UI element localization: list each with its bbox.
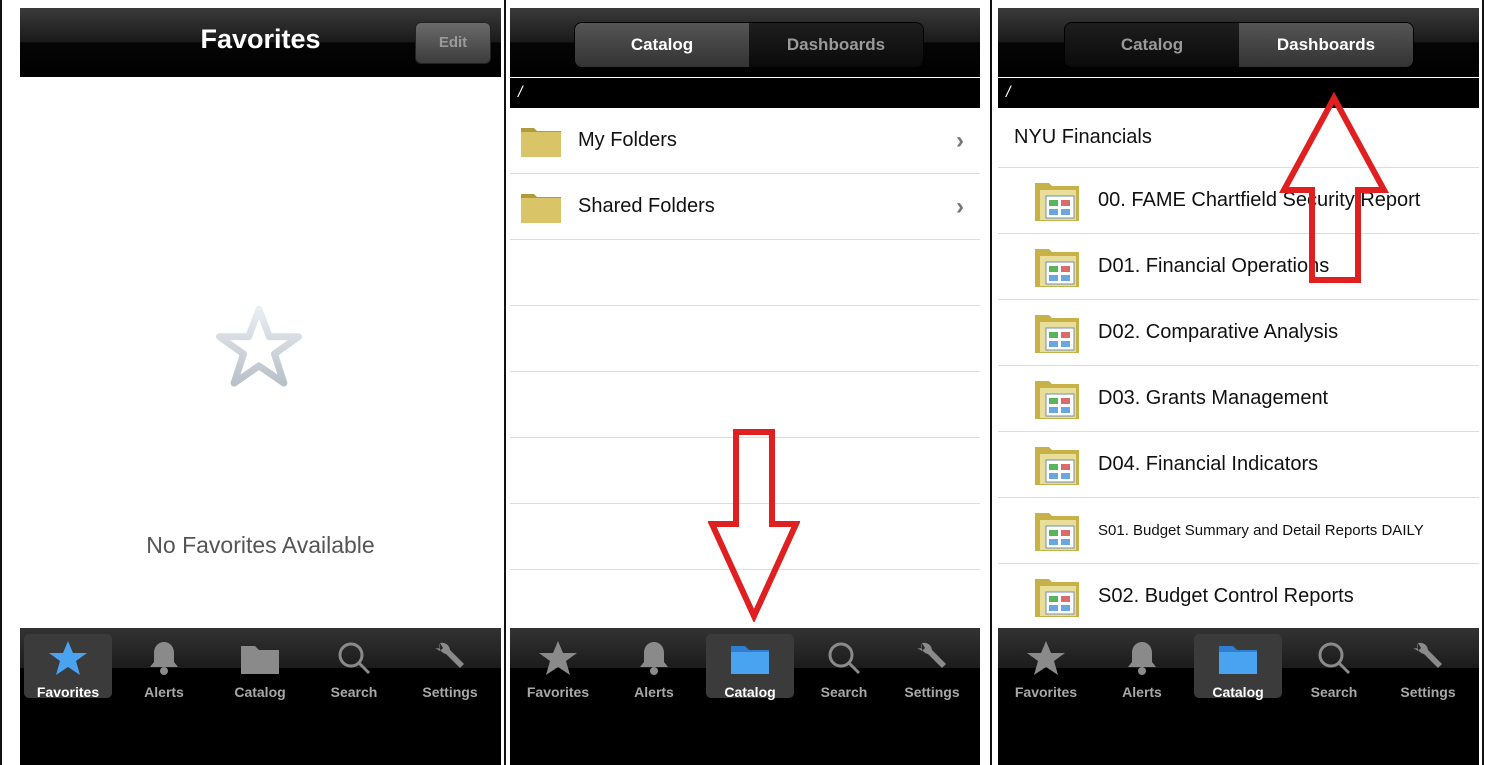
tab-alerts[interactable]: Alerts bbox=[120, 634, 208, 700]
tab-settings[interactable]: Settings bbox=[1384, 634, 1472, 700]
tab-alerts[interactable]: Alerts bbox=[610, 634, 698, 700]
empty-star-icon bbox=[216, 305, 302, 387]
segment-catalog[interactable]: Catalog bbox=[1065, 23, 1239, 67]
tab-settings[interactable]: Settings bbox=[888, 634, 976, 700]
panel-separator bbox=[1482, 0, 1484, 765]
tab-favorites[interactable]: Favorites bbox=[1002, 634, 1090, 700]
empty-message: No Favorites Available bbox=[146, 532, 375, 558]
empty-row bbox=[510, 240, 980, 306]
catalog-screen: Catalog Dashboards / My Folders › Shared… bbox=[510, 0, 980, 765]
section-header: NYU Financials bbox=[998, 108, 1479, 168]
bell-icon bbox=[150, 642, 178, 675]
wrench-icon bbox=[1413, 642, 1442, 668]
tab-bar: Favorites Alerts Catalog Search Settings bbox=[20, 628, 501, 765]
bell-icon bbox=[1128, 642, 1156, 675]
segment-catalog[interactable]: Catalog bbox=[575, 23, 749, 67]
empty-row bbox=[510, 306, 980, 372]
list-item[interactable]: D02. Comparative Analysis bbox=[998, 300, 1479, 366]
nav-bar: Favorites Edit bbox=[20, 8, 501, 77]
panel-separator bbox=[0, 0, 2, 765]
panel-separator bbox=[990, 0, 992, 765]
list-item-label: S01. Budget Summary and Detail Reports D… bbox=[1098, 522, 1424, 539]
tab-alerts[interactable]: Alerts bbox=[1098, 634, 1186, 700]
list-item[interactable]: S01. Budget Summary and Detail Reports D… bbox=[998, 498, 1479, 564]
tab-search[interactable]: Search bbox=[800, 634, 888, 700]
folder-icon bbox=[241, 646, 279, 674]
path-bar: / bbox=[510, 78, 980, 108]
list-item-label: D04. Financial Indicators bbox=[1098, 453, 1319, 475]
tab-bar: Favorites Alerts Catalog Search Settings bbox=[998, 628, 1479, 765]
bell-icon bbox=[640, 642, 668, 675]
dashboard-icon bbox=[1035, 447, 1079, 485]
folder-icon bbox=[521, 194, 561, 223]
segmented-control: Catalog Dashboards bbox=[1064, 22, 1414, 68]
search-icon bbox=[828, 642, 861, 675]
nav-bar: Catalog Dashboards bbox=[510, 8, 980, 77]
segmented-control: Catalog Dashboards bbox=[574, 22, 924, 68]
tab-favorites[interactable]: Favorites bbox=[24, 634, 112, 700]
wrench-icon bbox=[435, 642, 464, 668]
dashboard-icon bbox=[1035, 579, 1079, 617]
annotation-arrow-down-icon bbox=[708, 429, 800, 622]
tab-catalog[interactable]: Catalog bbox=[216, 634, 304, 700]
folder-icon bbox=[731, 646, 769, 674]
list-item[interactable]: D03. Grants Management bbox=[998, 366, 1479, 432]
wrench-icon bbox=[917, 642, 946, 668]
list-item-label: D02. Comparative Analysis bbox=[1098, 321, 1339, 343]
tab-catalog[interactable]: Catalog bbox=[1194, 634, 1282, 700]
dashboard-icon bbox=[1035, 513, 1079, 551]
nav-bar: Catalog Dashboards bbox=[998, 8, 1479, 77]
dashboard-icon bbox=[1035, 249, 1079, 287]
list-item-label: Shared Folders bbox=[578, 195, 715, 217]
folder-icon bbox=[1219, 646, 1257, 674]
favorites-screen: Favorites Edit No Favorites Available Fa… bbox=[20, 0, 501, 765]
tab-favorites[interactable]: Favorites bbox=[514, 634, 602, 700]
star-icon bbox=[1027, 641, 1065, 675]
list-item-label: My Folders bbox=[578, 129, 677, 151]
edit-button[interactable]: Edit bbox=[415, 22, 491, 64]
annotation-arrow-up-icon bbox=[1278, 92, 1390, 283]
star-icon bbox=[539, 641, 577, 675]
chevron-right-icon: › bbox=[956, 126, 964, 154]
segment-dashboards[interactable]: Dashboards bbox=[749, 23, 923, 67]
list-item[interactable]: My Folders › bbox=[510, 108, 980, 174]
segment-dashboards[interactable]: Dashboards bbox=[1239, 23, 1413, 67]
search-icon bbox=[1318, 642, 1351, 675]
path-bar: / bbox=[998, 78, 1479, 108]
panel-separator bbox=[504, 0, 506, 765]
list-item-label: S02. Budget Control Reports bbox=[1098, 585, 1354, 607]
tab-search[interactable]: Search bbox=[310, 634, 398, 700]
dashboard-icon bbox=[1035, 183, 1079, 221]
list-item[interactable]: D04. Financial Indicators bbox=[998, 432, 1479, 498]
tab-settings[interactable]: Settings bbox=[406, 634, 494, 700]
star-icon bbox=[49, 641, 87, 675]
dashboard-icon bbox=[1035, 315, 1079, 353]
folder-icon bbox=[521, 128, 561, 157]
list-item-label: D03. Grants Management bbox=[1098, 387, 1329, 409]
list-item[interactable]: 00. FAME Chartfield Security Report bbox=[998, 168, 1479, 234]
dashboards-screen: Catalog Dashboards / NYU Financials 00. … bbox=[998, 0, 1479, 765]
tab-search[interactable]: Search bbox=[1290, 634, 1378, 700]
tab-bar: Favorites Alerts Catalog Search Settings bbox=[510, 628, 980, 765]
dashboard-icon bbox=[1035, 381, 1079, 419]
list-item[interactable]: S02. Budget Control Reports bbox=[998, 564, 1479, 630]
list-item[interactable]: D01. Financial Operations bbox=[998, 234, 1479, 300]
tab-catalog[interactable]: Catalog bbox=[706, 634, 794, 700]
list-item[interactable]: Shared Folders › bbox=[510, 174, 980, 240]
chevron-right-icon: › bbox=[956, 192, 964, 220]
search-icon bbox=[338, 642, 371, 675]
